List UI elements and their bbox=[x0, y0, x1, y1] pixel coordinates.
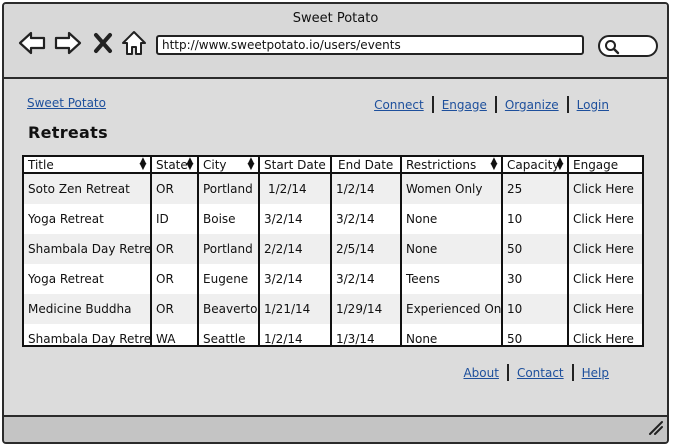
cell-end-date: 1/3/14 bbox=[331, 324, 402, 345]
back-arrow-icon[interactable] bbox=[18, 29, 46, 57]
top-nav: Connect Engage Organize Login bbox=[374, 96, 609, 113]
cell-end-date: 2/5/14 bbox=[331, 234, 402, 264]
cell-engage-link[interactable]: Click Here bbox=[568, 324, 642, 345]
home-icon[interactable] bbox=[120, 29, 148, 57]
search-icon bbox=[605, 40, 620, 55]
browser-titlebar: Sweet Potato http://www.sweetpotato.io/u… bbox=[4, 4, 667, 79]
window-title: Sweet Potato bbox=[292, 11, 379, 26]
cell-state: OR bbox=[151, 173, 199, 204]
footer-divider bbox=[571, 364, 574, 381]
status-bar bbox=[4, 415, 667, 442]
cell-title: Medicine Buddha bbox=[24, 294, 152, 324]
cell-title: Shambala Day Retreat bbox=[24, 234, 152, 264]
nav-divider bbox=[494, 96, 497, 113]
table-row[interactable]: Shambala Day Retreat WA Seattle 1/2/14 1… bbox=[24, 324, 642, 345]
cell-engage-link[interactable]: Click Here bbox=[568, 204, 642, 234]
nav-connect[interactable]: Connect bbox=[374, 98, 424, 112]
cell-engage-link[interactable]: Click Here bbox=[568, 294, 642, 324]
table-row[interactable]: Shambala Day Retreat OR Portland 2/2/14 … bbox=[24, 234, 642, 264]
sort-icon[interactable]: ▲ ▼ bbox=[490, 157, 498, 171]
page-content: Sweet Potato Connect Engage Organize Log… bbox=[4, 79, 667, 415]
sort-icon[interactable]: ▲ ▼ bbox=[247, 157, 255, 171]
cell-start-date: 3/2/14 bbox=[259, 204, 332, 234]
cell-city: Portland bbox=[198, 234, 260, 264]
cell-start-date: 2/2/14 bbox=[259, 234, 332, 264]
cell-title: Shambala Day Retreat bbox=[24, 324, 152, 345]
table-header-row: Title ▲ ▼ State ▲ ▼ City ▲ ▼ Start Date End Da… bbox=[24, 157, 642, 174]
cell-end-date: 3/2/14 bbox=[331, 204, 402, 234]
table-row[interactable]: Yoga Retreat OR Eugene 3/2/14 3/2/14 Tee… bbox=[24, 264, 642, 294]
cell-capacity: 50 bbox=[502, 234, 569, 264]
cell-end-date: 3/2/14 bbox=[331, 264, 402, 294]
cell-state: ID bbox=[151, 204, 199, 234]
sort-icon[interactable]: ▲ ▼ bbox=[186, 157, 194, 171]
cell-capacity: 10 bbox=[502, 204, 569, 234]
col-header-engage[interactable]: Engage bbox=[568, 157, 642, 174]
col-header-restrictions[interactable]: Restrictions ▲ ▼ bbox=[401, 157, 503, 174]
cell-end-date: 1/29/14 bbox=[331, 294, 402, 324]
sort-icon[interactable]: ▲ ▼ bbox=[139, 157, 147, 171]
cell-state: OR bbox=[151, 264, 199, 294]
cell-city: Portland bbox=[198, 173, 260, 204]
col-header-state[interactable]: State ▲ ▼ bbox=[151, 157, 199, 174]
cell-capacity: 10 bbox=[502, 294, 569, 324]
cell-engage-link[interactable]: Click Here bbox=[568, 264, 642, 294]
cell-state: OR bbox=[151, 234, 199, 264]
cell-restrictions: Teens bbox=[401, 264, 503, 294]
cell-restrictions: None bbox=[401, 324, 503, 345]
cell-city: Eugene bbox=[198, 264, 260, 294]
nav-login[interactable]: Login bbox=[577, 98, 609, 112]
table-row[interactable]: Yoga Retreat ID Boise 3/2/14 3/2/14 None… bbox=[24, 204, 642, 234]
cell-capacity: 50 bbox=[502, 324, 569, 345]
footer-help-link[interactable]: Help bbox=[582, 366, 609, 380]
resize-grip-icon[interactable] bbox=[647, 419, 663, 439]
cell-start-date: 1/2/14 bbox=[259, 324, 332, 345]
cell-restrictions: Women Only bbox=[401, 173, 503, 204]
cell-start-date: 3/2/14 bbox=[259, 264, 332, 294]
cell-city: Boise bbox=[198, 204, 260, 234]
cell-start-date: 1/2/14 bbox=[259, 173, 332, 204]
nav-engage[interactable]: Engage bbox=[442, 98, 487, 112]
col-header-city[interactable]: City ▲ ▼ bbox=[198, 157, 260, 174]
cell-end-date: 1/2/14 bbox=[331, 173, 402, 204]
footer-divider bbox=[506, 364, 509, 381]
cell-city: Seattle bbox=[198, 324, 260, 345]
col-header-end-date[interactable]: End Date bbox=[331, 157, 402, 174]
cell-capacity: 30 bbox=[502, 264, 569, 294]
cell-state: WA bbox=[151, 324, 199, 345]
retreats-table: Title ▲ ▼ State ▲ ▼ City ▲ ▼ Start Date End Da… bbox=[22, 155, 644, 347]
footer-nav: About Contact Help bbox=[463, 364, 609, 381]
cell-engage-link[interactable]: Click Here bbox=[568, 234, 642, 264]
footer-about-link[interactable]: About bbox=[463, 366, 498, 380]
url-bar[interactable]: http://www.sweetpotato.io/users/events bbox=[156, 35, 584, 55]
browser-window: Sweet Potato http://www.sweetpotato.io/u… bbox=[2, 2, 669, 444]
cell-restrictions: Experienced Only bbox=[401, 294, 503, 324]
cell-start-date: 1/21/14 bbox=[259, 294, 332, 324]
brand-link[interactable]: Sweet Potato bbox=[27, 96, 106, 110]
nav-divider bbox=[566, 96, 569, 113]
nav-organize[interactable]: Organize bbox=[505, 98, 559, 112]
nav-divider bbox=[431, 96, 434, 113]
cell-title: Soto Zen Retreat bbox=[24, 173, 152, 204]
cell-engage-link[interactable]: Click Here bbox=[568, 173, 642, 204]
search-field[interactable] bbox=[598, 35, 658, 57]
cell-state: OR bbox=[151, 294, 199, 324]
page-title: Retreats bbox=[28, 123, 108, 142]
sort-icon[interactable]: ▲ ▼ bbox=[556, 157, 564, 171]
cell-title: Yoga Retreat bbox=[24, 264, 152, 294]
cell-restrictions: None bbox=[401, 234, 503, 264]
table-row[interactable]: Medicine Buddha OR Beaverton 1/21/14 1/2… bbox=[24, 294, 642, 324]
cell-capacity: 25 bbox=[502, 173, 569, 204]
forward-arrow-icon[interactable] bbox=[54, 29, 82, 57]
cell-city: Beaverton bbox=[198, 294, 260, 324]
close-x-icon[interactable] bbox=[92, 29, 120, 57]
table-row[interactable]: Soto Zen Retreat OR Portland 1/2/14 1/2/… bbox=[24, 173, 642, 204]
cell-title: Yoga Retreat bbox=[24, 204, 152, 234]
footer-contact-link[interactable]: Contact bbox=[517, 366, 564, 380]
col-header-title[interactable]: Title ▲ ▼ bbox=[24, 157, 152, 174]
cell-restrictions: None bbox=[401, 204, 503, 234]
col-header-capacity[interactable]: Capacity ▲ ▼ bbox=[502, 157, 569, 174]
col-header-start-date[interactable]: Start Date bbox=[259, 157, 332, 174]
